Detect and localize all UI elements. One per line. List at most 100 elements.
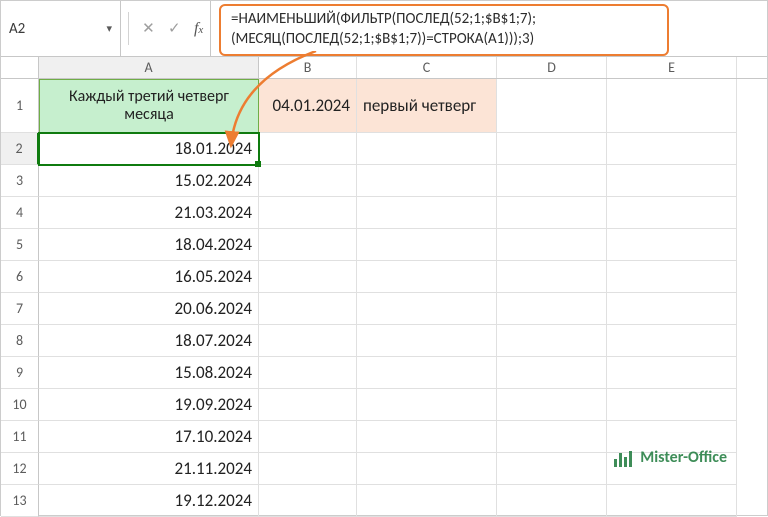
cell-C11[interactable] [357, 421, 497, 453]
cell-A7[interactable]: 20.06.2024 [39, 293, 259, 325]
cell-A10[interactable]: 19.09.2024 [39, 389, 259, 421]
cell-C2[interactable] [357, 133, 497, 165]
cell-E6[interactable] [607, 261, 737, 293]
row-6: 16.05.2024 [39, 261, 767, 293]
cell-B2[interactable] [259, 133, 357, 165]
cell-D7[interactable] [497, 293, 607, 325]
divider [128, 12, 129, 45]
cell-E7[interactable] [607, 293, 737, 325]
row-header-9[interactable]: 9 [1, 357, 39, 389]
cell-D11[interactable] [497, 421, 607, 453]
row-header-3[interactable]: 3 [1, 165, 39, 197]
formula-input[interactable]: =НАИМЕНЬШИЙ(ФИЛЬТР(ПОСЛЕД(52;1;$B$1;7); … [211, 1, 767, 56]
cell-A5[interactable]: 18.04.2024 [39, 229, 259, 261]
name-box[interactable]: A2 ▾ [1, 1, 121, 56]
cell-D4[interactable] [497, 197, 607, 229]
cell-C8[interactable] [357, 325, 497, 357]
cell-B1[interactable]: 04.01.2024 [259, 79, 357, 133]
cell-C1[interactable]: первый четверг [357, 79, 497, 133]
cell-C3[interactable] [357, 165, 497, 197]
row-4: 21.03.2024 [39, 197, 767, 229]
row-5: 18.04.2024 [39, 229, 767, 261]
cell-D12[interactable] [497, 453, 607, 485]
cell-C4[interactable] [357, 197, 497, 229]
row-header-13[interactable]: 13 [1, 485, 39, 517]
cell-D5[interactable] [497, 229, 607, 261]
row-header-7[interactable]: 7 [1, 293, 39, 325]
cell-C10[interactable] [357, 389, 497, 421]
formula-line1: =НАИМЕНЬШИЙ(ФИЛЬТР(ПОСЛЕД(52;1;$B$1;7); [231, 9, 657, 29]
cell-D9[interactable] [497, 357, 607, 389]
cell-B6[interactable] [259, 261, 357, 293]
cell-D8[interactable] [497, 325, 607, 357]
cell-E13[interactable] [607, 485, 737, 517]
cell-E2[interactable] [607, 133, 737, 165]
row-header-8[interactable]: 8 [1, 325, 39, 357]
cell-C12[interactable] [357, 453, 497, 485]
cell-C6[interactable] [357, 261, 497, 293]
bars-icon [614, 448, 634, 467]
cell-D6[interactable] [497, 261, 607, 293]
cell-A2[interactable]: 18.01.2024 [39, 133, 259, 165]
cell-A9[interactable]: 15.08.2024 [39, 357, 259, 389]
formula-highlight: =НАИМЕНЬШИЙ(ФИЛЬТР(ПОСЛЕД(52;1;$B$1;7); … [219, 4, 669, 56]
row-header-4[interactable]: 4 [1, 197, 39, 229]
col-header-B[interactable]: B [259, 57, 357, 78]
cell-B13[interactable] [259, 485, 357, 517]
cell-C9[interactable] [357, 357, 497, 389]
cell-C13[interactable] [357, 485, 497, 517]
cell-E10[interactable] [607, 389, 737, 421]
col-header-A[interactable]: A [39, 57, 259, 78]
cell-A6[interactable]: 16.05.2024 [39, 261, 259, 293]
cell-B12[interactable] [259, 453, 357, 485]
row-8: 18.07.2024 [39, 325, 767, 357]
cell-D3[interactable] [497, 165, 607, 197]
row-header-11[interactable]: 11 [1, 421, 39, 453]
select-all-corner[interactable] [1, 57, 39, 78]
cell-A1[interactable]: Каждый третий четверг месяца [39, 79, 259, 133]
cancel-icon[interactable]: ✕ [142, 19, 155, 38]
cell-A8[interactable]: 18.07.2024 [39, 325, 259, 357]
cell-D2[interactable] [497, 133, 607, 165]
col-header-C[interactable]: C [357, 57, 497, 78]
cell-B10[interactable] [259, 389, 357, 421]
row-header-2[interactable]: 2 [1, 133, 39, 165]
cell-E8[interactable] [607, 325, 737, 357]
row-header-1[interactable]: 1 [1, 79, 39, 133]
cell-B9[interactable] [259, 357, 357, 389]
confirm-icon[interactable]: ✓ [168, 19, 181, 38]
chevron-down-icon[interactable]: ▾ [106, 22, 112, 35]
cell-A4[interactable]: 21.03.2024 [39, 197, 259, 229]
cell-A3[interactable]: 15.02.2024 [39, 165, 259, 197]
cell-E3[interactable] [607, 165, 737, 197]
fx-icon[interactable]: fx [194, 20, 203, 38]
cell-B5[interactable] [259, 229, 357, 261]
cell-A12[interactable]: 21.11.2024 [39, 453, 259, 485]
cell-E4[interactable] [607, 197, 737, 229]
formula-bar: A2 ▾ ✕ ✓ fx =НАИМЕНЬШИЙ(ФИЛЬТР(ПОСЛЕД(52… [1, 1, 767, 57]
col-header-D[interactable]: D [497, 57, 607, 78]
cell-B8[interactable] [259, 325, 357, 357]
cell-E9[interactable] [607, 357, 737, 389]
cell-A13[interactable]: 19.12.2024 [39, 485, 259, 517]
cell-E5[interactable] [607, 229, 737, 261]
row-2: 18.01.2024 [39, 133, 767, 165]
row-header-10[interactable]: 10 [1, 389, 39, 421]
row-1: Каждый третий четверг месяца 04.01.2024 … [39, 79, 767, 133]
cell-B3[interactable] [259, 165, 357, 197]
cell-A11[interactable]: 17.10.2024 [39, 421, 259, 453]
cell-D13[interactable] [497, 485, 607, 517]
cell-B7[interactable] [259, 293, 357, 325]
cell-D10[interactable] [497, 389, 607, 421]
cell-E1[interactable] [607, 79, 737, 133]
cell-B4[interactable] [259, 197, 357, 229]
cell-B11[interactable] [259, 421, 357, 453]
cell-C7[interactable] [357, 293, 497, 325]
row-header-6[interactable]: 6 [1, 261, 39, 293]
row-header-12[interactable]: 12 [1, 453, 39, 485]
col-header-E[interactable]: E [607, 57, 737, 78]
cell-C5[interactable] [357, 229, 497, 261]
row-header-5[interactable]: 5 [1, 229, 39, 261]
cell-D1[interactable] [497, 79, 607, 133]
column-headers: A B C D E [1, 57, 767, 79]
